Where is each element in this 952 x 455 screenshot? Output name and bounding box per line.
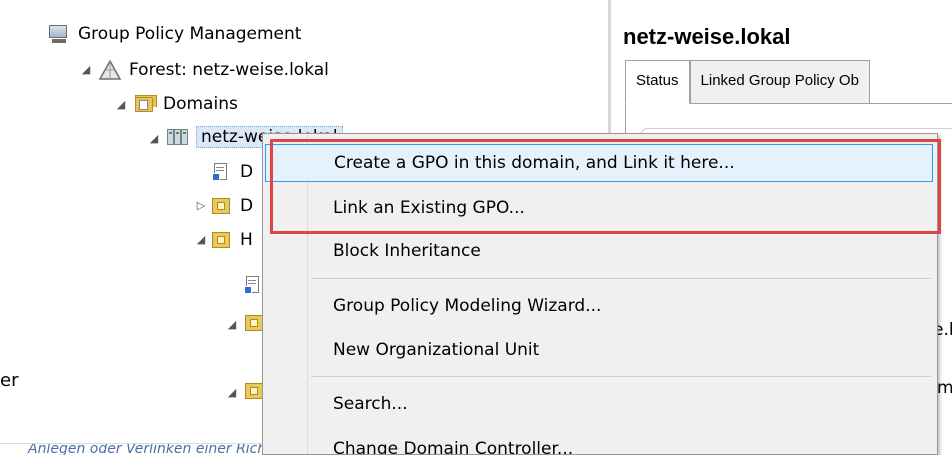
tree-node-root[interactable]: Group Policy Management (48, 19, 301, 49)
collapse-arrow-icon[interactable]: ◢ (226, 386, 238, 399)
collapse-arrow-icon[interactable]: ◢ (115, 98, 127, 111)
domain-icon (166, 127, 188, 147)
tree-node-forest-label: Forest: netz-weise.lokal (129, 60, 329, 80)
tree-node-child[interactable] (242, 270, 264, 300)
collapse-arrow-icon[interactable]: ◢ (148, 132, 160, 145)
gpo-link-icon (210, 162, 232, 182)
context-menu: Create a GPO in this domain, and Link it… (262, 133, 938, 455)
collapse-arrow-icon[interactable]: ◢ (80, 63, 92, 76)
forest-icon (99, 60, 121, 80)
details-tabs: Status Linked Group Policy Ob (625, 60, 870, 104)
menu-item-create-gpo[interactable]: Create a GPO in this domain, and Link it… (265, 144, 933, 182)
tree-node-child[interactable]: D (210, 191, 253, 221)
tree-node-domains-label: Domains (163, 94, 238, 114)
menu-item-new-ou[interactable]: New Organizational Unit (265, 331, 933, 369)
text-fragment: er (0, 370, 19, 391)
menu-item-change-dc[interactable]: Change Domain Controller... (265, 430, 933, 454)
tree-node-child[interactable]: H (210, 225, 253, 255)
domains-icon (133, 94, 157, 114)
tree-node-child-label: D (240, 196, 254, 216)
details-title: netz-weise.lokal (623, 24, 791, 49)
ou-icon (210, 230, 232, 250)
menu-separator (311, 376, 931, 377)
console-icon (48, 24, 70, 44)
tree-node-domains[interactable]: Domains (133, 89, 238, 119)
menu-separator (311, 278, 931, 279)
tree-node-child-label: D (240, 162, 254, 182)
tree-node-child-label: H (240, 230, 253, 250)
ou-icon (210, 196, 232, 216)
expand-arrow-icon[interactable]: ▷ (195, 199, 207, 212)
tree-node-child[interactable]: D (210, 157, 253, 187)
collapse-arrow-icon[interactable]: ◢ (195, 233, 207, 246)
collapse-arrow-icon[interactable]: ◢ (226, 318, 238, 331)
menu-item-link-existing-gpo[interactable]: Link an Existing GPO... (265, 189, 933, 227)
menu-item-block-inheritance[interactable]: Block Inheritance (265, 232, 933, 270)
tree-node-forest[interactable]: Forest: netz-weise.lokal (99, 55, 329, 85)
tree-node-root-label: Group Policy Management (78, 24, 302, 44)
tab-linked-gpo[interactable]: Linked Group Policy Ob (689, 60, 870, 104)
text-fragment: m (937, 378, 952, 398)
gpo-link-icon (242, 275, 264, 295)
figure-caption-text: Anlegen oder Verlinken einer Richtlinie (28, 443, 301, 455)
tab-status[interactable]: Status (625, 60, 690, 104)
menu-item-modeling-wizard[interactable]: Group Policy Modeling Wizard... (265, 287, 933, 325)
menu-item-search[interactable]: Search... (265, 385, 933, 423)
